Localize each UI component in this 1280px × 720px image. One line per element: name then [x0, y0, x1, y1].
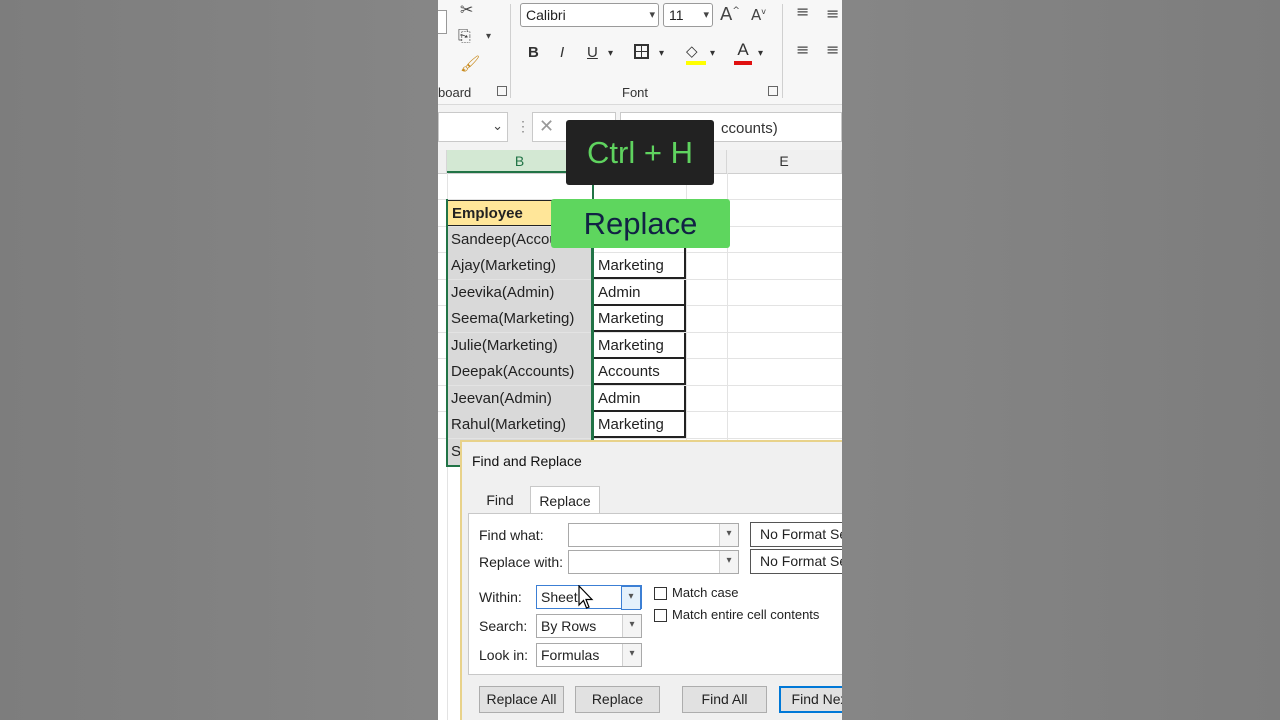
match-entire-label: Match entire cell contents — [672, 607, 820, 622]
font-name-select[interactable]: Calibri ▾ — [520, 3, 659, 27]
column-header-a[interactable] — [438, 150, 447, 173]
blurred-background-right — [842, 0, 1280, 720]
clipboard-group-label: board — [438, 85, 472, 100]
font-name-value: Calibri — [526, 7, 566, 23]
chevron-down-icon: ⌄ — [492, 119, 503, 134]
match-case-label: Match case — [672, 585, 739, 600]
shrink-font-icon[interactable]: Av — [751, 8, 766, 23]
chevron-down-icon[interactable]: ▾ — [622, 644, 641, 666]
blurred-background-left — [0, 0, 438, 720]
chevron-down-icon[interactable]: ▾ — [621, 586, 641, 610]
ribbon-separator — [782, 4, 783, 98]
within-label: Within: — [479, 589, 522, 605]
align-center-icon[interactable]: ≡ — [826, 42, 839, 58]
find-all-button[interactable]: Find All — [682, 686, 767, 713]
look-in-label: Look in: — [479, 647, 529, 663]
search-select[interactable]: By Rows ▾ — [536, 614, 642, 638]
mouse-cursor-icon — [578, 585, 594, 609]
replace-all-button[interactable]: Replace All — [479, 686, 564, 713]
find-what-label: Find what: — [479, 527, 544, 543]
search-label: Search: — [479, 618, 528, 634]
copy-icon[interactable]: ⎘ — [458, 28, 471, 44]
replace-caption-overlay: Replace — [551, 199, 730, 248]
excel-window: ✂ ⎘ ▾ 🖌 board Calibri ▾ 11 ▾ A^ Av B I U… — [438, 0, 842, 720]
fill-color-icon[interactable]: ◇ — [686, 42, 706, 65]
font-color-dropdown-icon[interactable]: ▾ — [758, 48, 763, 59]
borders-icon[interactable] — [634, 44, 649, 59]
align-left-icon[interactable]: ≡ — [796, 42, 809, 58]
italic-button[interactable]: I — [560, 44, 564, 61]
table-row-cell-b[interactable]: Jeevika(Admin) — [447, 280, 593, 306]
font-size-select[interactable]: 11 ▾ — [663, 3, 713, 27]
grow-font-icon[interactable]: A^ — [720, 6, 740, 24]
table-row-cell-b[interactable]: Ajay(Marketing) — [447, 253, 593, 279]
table-row-cell-b[interactable]: Julie(Marketing) — [447, 333, 593, 359]
shortcut-overlay: Ctrl + H — [566, 120, 714, 185]
font-launcher-icon[interactable] — [768, 86, 778, 96]
align-top-icon[interactable]: ≡ — [796, 4, 809, 20]
paste-icon[interactable] — [438, 10, 447, 34]
table-row-cell-c[interactable]: Admin — [593, 280, 686, 306]
find-what-input[interactable]: ▾ — [568, 523, 739, 547]
match-case-checkbox[interactable] — [654, 587, 667, 600]
fill-color-dropdown-icon[interactable]: ▾ — [710, 48, 715, 59]
table-row-cell-b[interactable]: Rahul(Marketing) — [447, 412, 593, 438]
bold-button[interactable]: B — [528, 44, 539, 61]
font-color-icon[interactable]: A — [734, 40, 752, 65]
table-row-cell-b[interactable]: Seema(Marketing) — [447, 306, 593, 332]
chevron-down-icon: ▾ — [703, 8, 709, 21]
clipboard-launcher-icon[interactable] — [497, 86, 507, 96]
dialog-title: Find and Replace — [472, 453, 582, 469]
find-replace-dialog: Find and Replace Find Replace Find what:… — [460, 440, 842, 720]
font-group-label: Font — [622, 85, 649, 100]
underline-dropdown-icon[interactable]: ▾ — [608, 48, 613, 59]
table-row-cell-c[interactable]: Admin — [593, 386, 686, 412]
formula-bar-grip-icon: ⋮ — [516, 118, 530, 134]
tab-replace[interactable]: Replace — [530, 486, 600, 514]
tab-find[interactable]: Find — [478, 486, 522, 514]
replace-format-preview: No Format Set — [750, 549, 842, 574]
underline-button[interactable]: U — [587, 44, 598, 61]
cancel-edit-icon[interactable]: ✕ — [539, 116, 554, 137]
align-middle-icon[interactable]: ≡ — [826, 6, 839, 22]
table-row-cell-c[interactable]: Accounts — [593, 359, 686, 385]
ribbon: ✂ ⎘ ▾ 🖌 board Calibri ▾ 11 ▾ A^ Av B I U… — [438, 0, 842, 105]
table-row-cell-c[interactable]: Marketing — [593, 253, 686, 279]
replace-with-input[interactable]: ▾ — [568, 550, 739, 574]
column-header-e[interactable]: E — [727, 150, 842, 173]
chevron-down-icon: ▾ — [649, 8, 655, 21]
replace-with-label: Replace with: — [479, 554, 564, 570]
replace-tab-panel: Find what: ▾ No Format Set Replace with:… — [468, 513, 842, 675]
match-entire-checkbox[interactable] — [654, 609, 667, 622]
look-in-select[interactable]: Formulas ▾ — [536, 643, 642, 667]
name-box[interactable]: ⌄ — [438, 112, 508, 142]
chevron-down-icon[interactable]: ▾ — [719, 551, 738, 573]
replace-button[interactable]: Replace — [575, 686, 660, 713]
table-row-cell-c[interactable]: Marketing — [593, 412, 686, 438]
chevron-down-icon[interactable]: ▾ — [622, 615, 641, 637]
font-size-value: 11 — [669, 7, 684, 23]
borders-dropdown-icon[interactable]: ▾ — [659, 48, 664, 59]
table-row-cell-b[interactable]: Jeevan(Admin) — [447, 386, 593, 412]
copy-dropdown-icon[interactable]: ▾ — [486, 32, 491, 42]
cut-icon[interactable]: ✂ — [460, 2, 473, 18]
table-row-cell-c[interactable]: Marketing — [593, 333, 686, 359]
chevron-down-icon[interactable]: ▾ — [719, 524, 738, 546]
ribbon-separator — [510, 4, 511, 98]
table-row-cell-b[interactable]: Deepak(Accounts) — [447, 359, 593, 385]
find-next-button[interactable]: Find Next — [779, 686, 842, 713]
find-format-preview: No Format Set — [750, 522, 842, 547]
format-painter-icon[interactable]: 🖌 — [460, 56, 480, 72]
table-row-cell-c[interactable]: Marketing — [593, 306, 686, 332]
